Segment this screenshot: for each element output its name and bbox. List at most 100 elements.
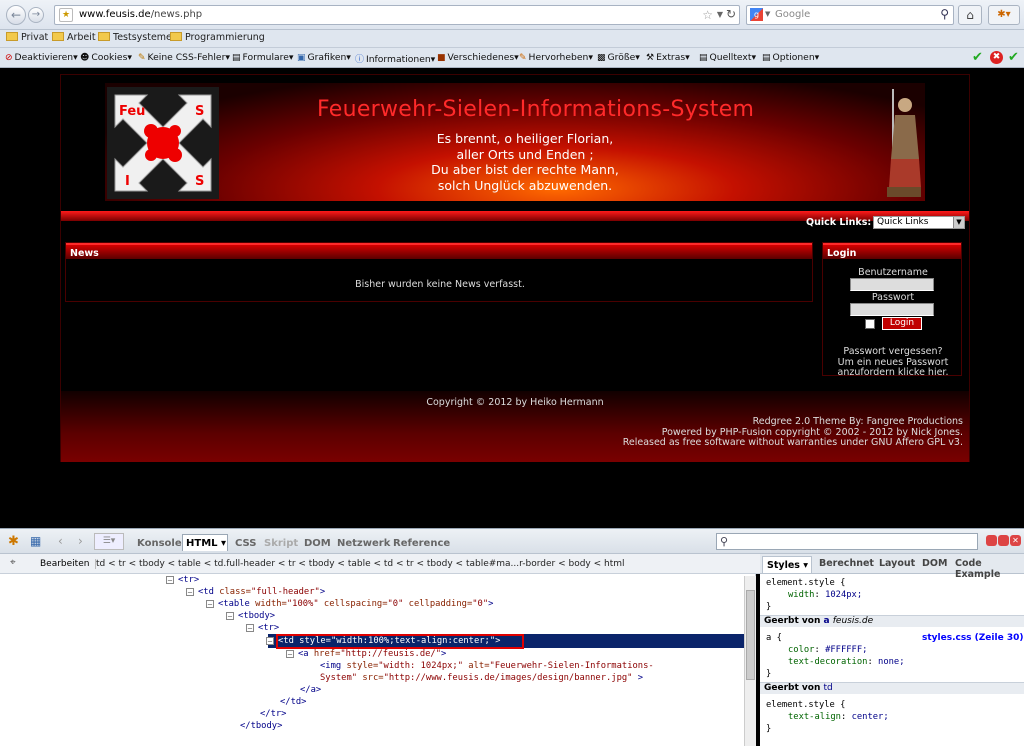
web-page: Feu S I S Feuerwehr-Sielen-Informations-… xyxy=(60,74,970,462)
bookmark-arbeit[interactable]: Arbeit xyxy=(52,32,96,43)
webdev-forms[interactable]: ▤ Formulare▾ xyxy=(232,52,294,63)
side-tab-layout[interactable]: Layout xyxy=(879,558,915,569)
site-footer: Copyright © 2012 by Heiko Hermann Redgre… xyxy=(61,391,969,462)
side-tab-dom[interactable]: DOM xyxy=(922,558,947,569)
reload-icon[interactable]: ↻ xyxy=(726,7,736,21)
minimize-icon[interactable] xyxy=(986,535,997,546)
google-icon[interactable]: g xyxy=(750,8,763,21)
webdev-cookies[interactable]: ☻ Cookies▾ xyxy=(80,52,132,63)
webdev-misc[interactable]: ■ Verschiedenes▾ xyxy=(437,52,519,63)
bookmark-testsysteme[interactable]: Testsysteme xyxy=(98,32,172,43)
credit-line[interactable]: Redgree 2.0 Theme By: Fangree Production… xyxy=(623,416,963,428)
browser-navbar: ← → ★ www.feusis.de/news.php ☆ ▼ ↻ g ▼ G… xyxy=(0,0,1024,30)
close-icon[interactable]: ✕ xyxy=(1010,535,1021,546)
tree-node-a[interactable]: – <a href="http://feusis.de/"> xyxy=(286,648,446,660)
tab-dom[interactable]: DOM xyxy=(304,538,331,549)
check-icon[interactable]: ✔ xyxy=(972,50,983,65)
firebug-icon[interactable]: ✱ xyxy=(8,534,19,549)
forward-arrow-icon[interactable]: → xyxy=(28,7,44,23)
side-tab-styles[interactable]: Styles ▾ xyxy=(762,556,812,573)
site-identity-icon[interactable]: ★ xyxy=(59,8,73,22)
home-icon[interactable]: ⌂ xyxy=(958,5,982,25)
webdev-resize[interactable]: ▩ Größe▾ xyxy=(597,52,640,63)
forward-icon[interactable]: › xyxy=(78,534,83,548)
scrollbar-thumb[interactable] xyxy=(746,590,755,680)
username-input[interactable] xyxy=(850,278,934,291)
tree-node-close-a: </a> xyxy=(300,685,322,695)
css-declaration[interactable]: text-align: center; xyxy=(788,712,889,722)
error-icon[interactable]: ✖ xyxy=(990,51,1003,64)
inherited-from-a: Geerbt von a feusis.de xyxy=(760,615,1024,627)
webdev-tools[interactable]: ⚒ Extras▾ xyxy=(646,52,690,63)
tree-node-img[interactable]: <img style="width: 1024px;" alt="Feuerwe… xyxy=(320,660,654,672)
webdev-source[interactable]: ▤ Quelltext▾ xyxy=(699,52,756,63)
forgot-password-link[interactable]: Passwort vergessen? Um ein neues Passwor… xyxy=(823,346,963,379)
webdev-outline[interactable]: ✎ Hervorheben▾ xyxy=(519,52,593,63)
chevron-down-icon[interactable]: ▼ xyxy=(953,217,964,228)
html-tree-scrollbar[interactable] xyxy=(744,576,756,746)
credit-line: Released as free software without warran… xyxy=(622,437,963,448)
folder-icon xyxy=(6,32,18,41)
quick-links-value: Quick Links xyxy=(877,217,929,227)
url-bar[interactable]: ★ www.feusis.de/news.php ☆ ▼ ↻ xyxy=(54,5,740,25)
panel-menu-icon[interactable]: ☰▾ xyxy=(94,533,124,550)
motto-line: aller Orts und Enden ; xyxy=(456,146,594,162)
webdev-css[interactable]: ✎ Keine CSS-Fehler▾ xyxy=(138,52,230,63)
css-declaration[interactable]: text-decoration: none; xyxy=(788,657,905,667)
webdev-disable[interactable]: ⊘ Deaktivieren▾ xyxy=(5,52,78,63)
css-rule-selector: element.style { xyxy=(766,700,846,710)
inspect-icon[interactable]: ▦ xyxy=(30,534,41,548)
site-banner[interactable]: Feu S I S Feuerwehr-Sielen-Informations-… xyxy=(105,83,925,201)
tab-konsole[interactable]: Konsole xyxy=(137,538,182,549)
side-tab-computed[interactable]: Berechnet xyxy=(819,558,874,569)
firebug-search-input[interactable]: ⚲ xyxy=(716,533,978,550)
password-input[interactable] xyxy=(850,303,934,316)
tab-css[interactable]: CSS xyxy=(235,538,256,549)
login-button[interactable]: Login xyxy=(882,317,922,330)
engine-dropdown-icon[interactable]: ▼ xyxy=(765,10,770,18)
quick-links-select[interactable]: Quick Links ▼ xyxy=(873,216,965,229)
quick-links-label: Quick Links: xyxy=(806,217,872,228)
search-bar[interactable]: g ▼ Google ⚲ xyxy=(746,5,954,25)
addon-menu-icon[interactable]: ✱▾ xyxy=(988,5,1020,25)
css-source-link[interactable]: styles.css (Zeile 30) xyxy=(922,633,1023,643)
toggle-icon[interactable]: ⌖ xyxy=(10,557,16,568)
css-declaration[interactable]: color: #FFFFFF; xyxy=(788,645,867,655)
tree-node-tr[interactable]: – <tr> xyxy=(246,622,279,634)
remember-me-checkbox[interactable] xyxy=(865,319,875,329)
tree-node-tbody[interactable]: – <tbody> xyxy=(226,610,275,622)
side-tab-code-example[interactable]: Code Example xyxy=(955,558,1024,580)
tree-node-tr[interactable]: – <tr> xyxy=(166,574,199,586)
css-rule-close: } xyxy=(766,602,772,612)
login-panel-title: Login xyxy=(823,243,961,259)
back-arrow-icon[interactable]: ← xyxy=(6,5,26,25)
html-tree: – <tr> – <td class="full-header"> – <table … xyxy=(0,574,756,746)
tab-html[interactable]: HTML ▾ xyxy=(182,534,228,551)
bookmark-privat[interactable]: Privat xyxy=(6,32,48,43)
selection-outline xyxy=(276,634,524,649)
tab-netzwerk[interactable]: Netzwerk xyxy=(337,538,390,549)
search-icon: ⚲ xyxy=(720,535,729,548)
tree-node-td-full-header[interactable]: – <td class="full-header"> xyxy=(186,586,325,598)
back-icon[interactable]: ‹ xyxy=(58,534,63,548)
history-dropdown-icon[interactable]: ▼ xyxy=(717,10,723,19)
bookmark-star-icon[interactable]: ☆ xyxy=(702,8,713,22)
check-icon[interactable]: ✔ xyxy=(1008,50,1019,65)
detach-icon[interactable] xyxy=(998,535,1009,546)
webdev-options[interactable]: ▤ Optionen▾ xyxy=(762,52,819,63)
webdev-info[interactable]: ⓘ Informationen▾ xyxy=(355,52,435,65)
credits-text: Redgree 2.0 Theme By: Fangree Production… xyxy=(622,416,963,449)
tree-node-table[interactable]: – <table width="100%" cellspacing="0" cel… xyxy=(206,598,493,610)
folder-icon xyxy=(52,32,64,41)
edit-button[interactable]: Bearbeiten xyxy=(40,559,97,569)
breadcrumb-path[interactable]: td < tr < tbody < table < td.full-header… xyxy=(96,559,625,569)
bookmark-programmierung[interactable]: Programmierung xyxy=(170,32,265,43)
webdev-images[interactable]: ▣ Grafiken▾ xyxy=(297,52,351,63)
css-declaration[interactable]: width: 1024px; xyxy=(788,590,862,600)
tab-reference[interactable]: Reference xyxy=(393,538,450,549)
svg-text:S: S xyxy=(195,174,204,189)
side-tabs: Styles ▾ Berechnet Layout DOM Code Examp… xyxy=(760,554,1024,580)
tab-skript[interactable]: Skript xyxy=(264,538,298,549)
search-icon[interactable]: ⚲ xyxy=(940,7,949,21)
inherited-from-td: Geerbt von td xyxy=(760,682,1024,694)
